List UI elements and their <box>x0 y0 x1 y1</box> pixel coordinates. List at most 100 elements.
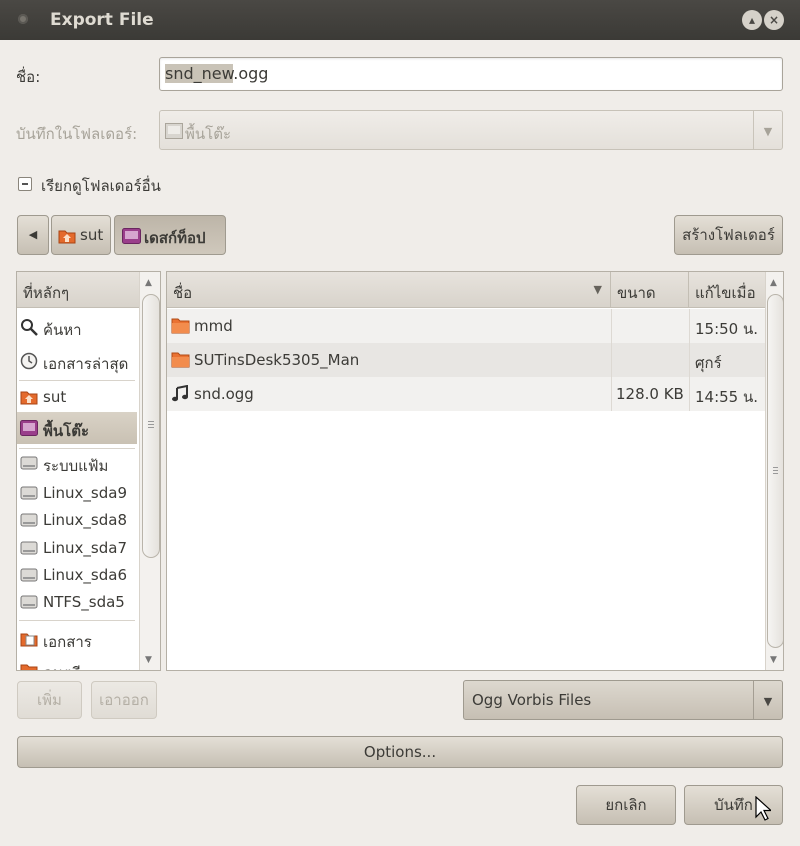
places-scroll-thumb[interactable] <box>142 294 160 558</box>
export-file-dialog: Export File ▴ × ชื่อ: snd_new.ogg บันทึก… <box>0 0 800 846</box>
minus-icon <box>22 183 28 185</box>
column-header-label: ชื่อ <box>173 284 193 302</box>
cancel-button[interactable]: ยกเลิก <box>576 785 676 825</box>
file-size: 128.0 KB <box>616 385 684 403</box>
column-separator <box>689 309 690 343</box>
column-header-name[interactable]: ชื่อ ▼ <box>167 272 611 308</box>
desktop-icon <box>122 228 141 244</box>
chevron-left-icon: ◀ <box>28 228 38 241</box>
place-filesystem[interactable]: ระบบแฟ้ม <box>17 449 137 477</box>
place-search[interactable]: ค้นหา <box>17 313 137 341</box>
file-name: snd.ogg <box>194 385 254 403</box>
create-folder-button[interactable]: สร้างโฟลเดอร์ <box>674 215 783 255</box>
place-label: ระบบแฟ้ม <box>43 457 109 475</box>
place-desktop[interactable]: พื้นโต๊ะ <box>17 412 137 444</box>
column-header-modified[interactable]: แก้ไขเมื่อ <box>689 272 765 308</box>
chevron-down-icon: ▼ <box>753 111 782 149</box>
file-name: mmd <box>194 317 233 335</box>
sort-descending-icon: ▼ <box>593 283 602 296</box>
column-header-size[interactable]: ขนาด <box>611 272 689 308</box>
file-name: SUTinsDesk5305_Man <box>194 351 360 369</box>
place-drive[interactable]: Linux_sda6 <box>17 561 137 589</box>
file-row[interactable]: snd.ogg 128.0 KB 14:55 น. <box>167 377 765 411</box>
file-type-filter[interactable]: Ogg Vorbis Files ▼ <box>463 680 783 720</box>
place-label: เอกสารล่าสุด <box>43 355 129 373</box>
minimize-icon[interactable]: ▴ <box>742 10 762 30</box>
place-label: sut <box>43 388 67 406</box>
name-label: ชื่อ: <box>16 68 41 86</box>
file-name-input[interactable]: snd_new.ogg <box>159 57 783 91</box>
place-label: เอกสาร <box>43 633 92 651</box>
save-in-folder-label: บันทึกในโฟลเดอร์: <box>16 125 138 143</box>
desktop-icon <box>20 420 38 436</box>
remove-bookmark-button[interactable]: เอาออก <box>91 681 157 719</box>
place-drive[interactable]: Linux_sda9 <box>17 479 137 507</box>
places-sidebar: ที่หลักๆ ค้นหา เอกสารล่าสุด sut พื้นโต๊ะ… <box>16 271 161 671</box>
drive-icon <box>20 456 38 470</box>
drive-icon <box>20 486 38 500</box>
mouse-pointer-icon <box>755 796 771 821</box>
desktop-icon <box>165 123 183 139</box>
place-drive[interactable]: Linux_sda8 <box>17 506 137 534</box>
search-icon <box>21 319 38 336</box>
scroll-down-icon[interactable]: ▼ <box>145 655 152 665</box>
music-folder-icon <box>20 664 38 670</box>
place-label: NTFS_sda5 <box>43 593 125 611</box>
column-separator <box>611 377 612 411</box>
window-title: Export File <box>50 10 154 30</box>
file-row[interactable]: mmd 15:50 น. <box>167 309 765 343</box>
column-separator <box>689 343 690 377</box>
scroll-up-icon[interactable]: ▲ <box>770 278 777 288</box>
file-name-extension-text: .ogg <box>233 64 269 83</box>
place-label: Linux_sda8 <box>43 511 127 529</box>
scroll-up-icon[interactable]: ▲ <box>145 278 152 288</box>
folder-icon <box>171 352 190 368</box>
place-recent[interactable]: เอกสารล่าสุด <box>17 347 137 375</box>
place-label: ดนตรี <box>43 661 81 670</box>
place-documents[interactable]: เอกสาร <box>17 625 137 653</box>
path-back-button[interactable]: ◀ <box>17 215 49 255</box>
documents-icon <box>20 633 38 647</box>
place-music[interactable]: ดนตรี <box>17 656 137 670</box>
options-button[interactable]: Options... <box>17 736 783 768</box>
file-name-selected-text: snd_new <box>165 64 234 83</box>
places-divider <box>19 620 135 621</box>
file-list: ชื่อ ▼ ขนาด แก้ไขเมื่อ mmd 15:50 น. SUTi… <box>166 271 784 671</box>
places-divider <box>19 380 135 381</box>
save-in-folder-combo[interactable]: พื้นโต๊ะ ▼ <box>159 110 783 150</box>
drive-icon <box>20 541 38 555</box>
file-modified: 15:50 น. <box>695 320 759 338</box>
file-list-scroll-thumb[interactable] <box>767 294 783 648</box>
places-header[interactable]: ที่หลักๆ <box>17 272 139 308</box>
column-separator <box>689 377 690 411</box>
music-note-icon <box>172 385 188 402</box>
browse-folders-expander[interactable] <box>18 177 32 191</box>
browse-folders-label[interactable]: เรียกดูโฟลเดอร์อื่น <box>41 174 161 198</box>
home-folder-icon <box>20 391 38 405</box>
path-item-desktop[interactable]: เดสก์ท็อป <box>114 215 226 255</box>
title-bar: Export File ▴ × <box>0 0 800 40</box>
place-drive[interactable]: NTFS_sda5 <box>17 588 137 616</box>
file-type-filter-value: Ogg Vorbis Files <box>472 691 592 709</box>
chevron-down-icon: ▼ <box>753 681 782 719</box>
place-label: ค้นหา <box>43 321 82 339</box>
drive-icon <box>20 568 38 582</box>
scroll-down-icon[interactable]: ▼ <box>770 655 777 665</box>
path-item-label: เดสก์ท็อป <box>144 229 206 247</box>
grip-icon <box>148 421 154 422</box>
file-list-scrollbar[interactable]: ▲ ▼ <box>765 272 783 670</box>
add-bookmark-button[interactable]: เพิ่ม <box>17 681 82 719</box>
window-menu-icon[interactable] <box>18 14 28 24</box>
file-row[interactable]: SUTinsDesk5305_Man ศุกร์ <box>167 343 765 377</box>
file-modified: 14:55 น. <box>695 388 759 406</box>
drive-icon <box>20 595 38 609</box>
place-drive[interactable]: Linux_sda7 <box>17 534 137 562</box>
places-scrollbar[interactable]: ▲ ▼ <box>139 272 160 670</box>
close-icon[interactable]: × <box>764 10 784 30</box>
folder-icon <box>171 318 190 334</box>
column-header-label: แก้ไขเมื่อ <box>695 284 756 302</box>
place-home[interactable]: sut <box>17 383 137 411</box>
recent-icon <box>20 352 38 370</box>
path-item-sut[interactable]: sut <box>51 215 111 255</box>
drive-icon <box>20 513 38 527</box>
